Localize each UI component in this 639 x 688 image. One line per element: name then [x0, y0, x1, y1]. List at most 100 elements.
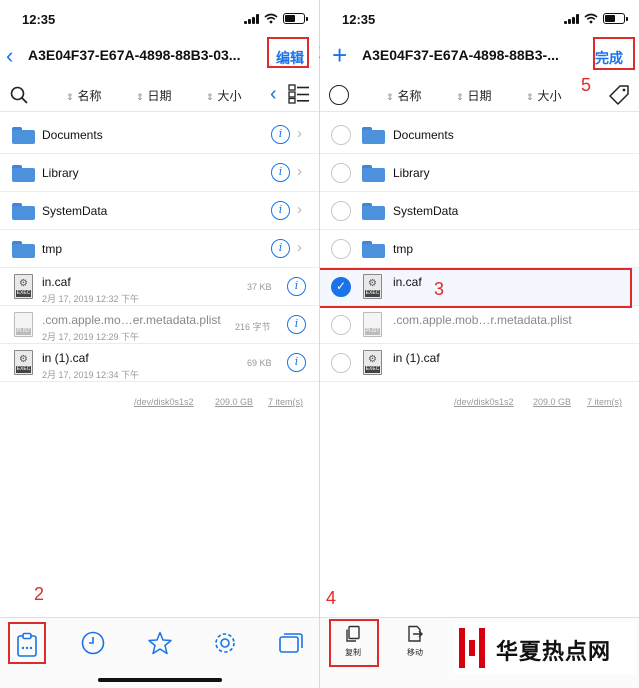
info-icon[interactable]: i: [271, 239, 290, 258]
file-list: Documents Library SystemData tmp ✓ ⚙ EXEC…: [320, 116, 639, 382]
chevron-right-icon: ›: [297, 125, 302, 142]
checkmark-icon[interactable]: ✓: [331, 277, 351, 297]
clock-icon[interactable]: [80, 630, 106, 656]
storage-footer: /dev/disk0s1s2 209.0 GB 7 item(s): [0, 397, 319, 411]
list-item[interactable]: PLIST .com.apple.mo…er.metadata.plist 2月…: [0, 306, 319, 344]
sort-arrows-icon: ⇕: [526, 92, 534, 102]
storage-footer: /dev/disk0s1s2 209.0 GB 7 item(s): [320, 397, 639, 411]
list-item[interactable]: ⚙ EXEC in.caf 2月 17, 2019 12:32 下午 37 KB …: [0, 268, 319, 306]
status-time: 12:35: [22, 12, 56, 27]
info-icon[interactable]: i: [287, 277, 306, 296]
folder-icon: [362, 127, 385, 144]
select-checkbox[interactable]: [331, 315, 351, 335]
sort-bar: ⇕ 名称 ⇕ 日期 ⇕ 大小: [320, 78, 639, 112]
chevron-right-icon: ›: [297, 163, 302, 180]
status-bar: 12:35: [0, 0, 319, 40]
step-marker: 5: [581, 75, 592, 95]
select-checkbox[interactable]: [331, 201, 351, 221]
sort-bar: ⇕ 名称 ⇕ 日期 ⇕ 大小 ‹: [0, 78, 319, 112]
sort-by-size[interactable]: ⇕ 大小: [526, 87, 562, 104]
folder-title: A3E04F37-E67A-4898-88B3-...: [362, 47, 559, 63]
info-icon[interactable]: i: [287, 315, 306, 334]
collapse-chevron-icon[interactable]: ‹: [270, 83, 277, 106]
clipboard-icon[interactable]: [14, 632, 40, 658]
chevron-right-icon: ›: [297, 201, 302, 218]
plist-file-icon: PLIST: [363, 312, 382, 337]
list-item[interactable]: Library i ›: [0, 154, 319, 192]
list-item[interactable]: Documents i ›: [0, 116, 319, 154]
wifi-icon: [584, 13, 598, 24]
cellular-signal-icon: [564, 13, 579, 24]
done-button[interactable]: 完成: [595, 48, 623, 68]
gear-icon: ⚙: [368, 354, 377, 365]
list-item[interactable]: SystemData i ›: [0, 192, 319, 230]
item-count[interactable]: 7 item(s): [268, 397, 303, 407]
sort-by-name[interactable]: ⇕ 名称: [66, 87, 102, 104]
list-item[interactable]: tmp: [320, 230, 639, 268]
exec-file-icon: ⚙ EXEC: [14, 274, 33, 299]
list-item[interactable]: PLIST .com.apple.mob…r.metadata.plist: [320, 306, 639, 344]
step-marker: 2: [34, 584, 45, 604]
info-icon[interactable]: i: [271, 201, 290, 220]
windows-icon[interactable]: [278, 630, 304, 656]
sort-arrows-icon: ⇕: [206, 92, 214, 102]
info-icon[interactable]: i: [271, 125, 290, 144]
list-item[interactable]: ⚙ EXEC in (1).caf: [320, 344, 639, 382]
settings-gear-icon[interactable]: [212, 630, 238, 656]
info-icon[interactable]: i: [287, 353, 306, 372]
plist-file-icon: PLIST: [14, 312, 33, 337]
star-icon[interactable]: [147, 630, 173, 656]
folder-icon: [12, 127, 35, 144]
folder-icon: [12, 165, 35, 182]
list-item-selected[interactable]: ✓ ⚙ EXEC in.caf: [320, 268, 639, 306]
select-all-circle-icon[interactable]: [329, 85, 349, 105]
folder-icon: [12, 203, 35, 220]
exec-file-icon: ⚙ EXEC: [363, 274, 382, 299]
folder-icon: [362, 203, 385, 220]
back-chevron-icon[interactable]: ‹: [6, 44, 13, 68]
chevron-right-icon: ›: [297, 239, 302, 256]
sort-by-size[interactable]: ⇕ 大小: [206, 87, 242, 104]
sort-by-name[interactable]: ⇕ 名称: [386, 87, 422, 104]
gear-icon: ⚙: [19, 354, 28, 365]
edit-button[interactable]: 编辑: [276, 48, 304, 68]
move-button[interactable]: 移动: [395, 625, 435, 658]
nav-bar: + A3E04F37-E67A-4898-88B3-... 完成: [320, 40, 639, 74]
folder-icon: [12, 241, 35, 258]
free-space[interactable]: 209.0 GB: [533, 397, 571, 407]
copy-button[interactable]: 复制: [333, 625, 373, 658]
cellular-signal-icon: [244, 13, 259, 24]
exec-file-icon: ⚙ EXEC: [14, 350, 33, 375]
disk-path[interactable]: /dev/disk0s1s2: [134, 397, 194, 407]
select-checkbox[interactable]: [331, 125, 351, 145]
move-icon: [408, 625, 423, 642]
disk-path[interactable]: /dev/disk0s1s2: [454, 397, 514, 407]
search-icon[interactable]: [10, 86, 28, 104]
list-item[interactable]: tmp i ›: [0, 230, 319, 268]
sort-by-date[interactable]: ⇕ 日期: [136, 87, 172, 104]
tag-icon[interactable]: [608, 84, 630, 106]
list-item[interactable]: ⚙ EXEC in (1).caf 2月 17, 2019 12:34 下午 69…: [0, 344, 319, 382]
select-checkbox[interactable]: [331, 163, 351, 183]
sort-arrows-icon: ⇕: [456, 92, 464, 102]
right-phone-screen: 12:35 + A3E04F37-E67A-4898-88B3-... 完成 ⇕…: [320, 0, 639, 688]
status-icons: [564, 13, 628, 24]
free-space[interactable]: 209.0 GB: [215, 397, 253, 407]
list-item[interactable]: SystemData: [320, 192, 639, 230]
step-marker: 3: [434, 279, 445, 299]
brand-name: 华夏热点网: [496, 639, 612, 664]
add-plus-icon[interactable]: +: [332, 42, 347, 68]
home-indicator: [98, 678, 222, 682]
nav-bar: ‹ A3E04F37-E67A-4898-88B3-03... 编辑: [0, 40, 319, 74]
select-checkbox[interactable]: [331, 239, 351, 259]
list-item[interactable]: Documents: [320, 116, 639, 154]
item-count[interactable]: 7 item(s): [587, 397, 622, 407]
exec-file-icon: ⚙ EXEC: [363, 350, 382, 375]
select-checkbox[interactable]: [331, 353, 351, 373]
battery-icon: [283, 13, 308, 24]
list-view-icon[interactable]: [288, 84, 310, 104]
sort-by-date[interactable]: ⇕ 日期: [456, 87, 492, 104]
info-icon[interactable]: i: [271, 163, 290, 182]
step-marker: 4: [326, 588, 337, 608]
list-item[interactable]: Library: [320, 154, 639, 192]
